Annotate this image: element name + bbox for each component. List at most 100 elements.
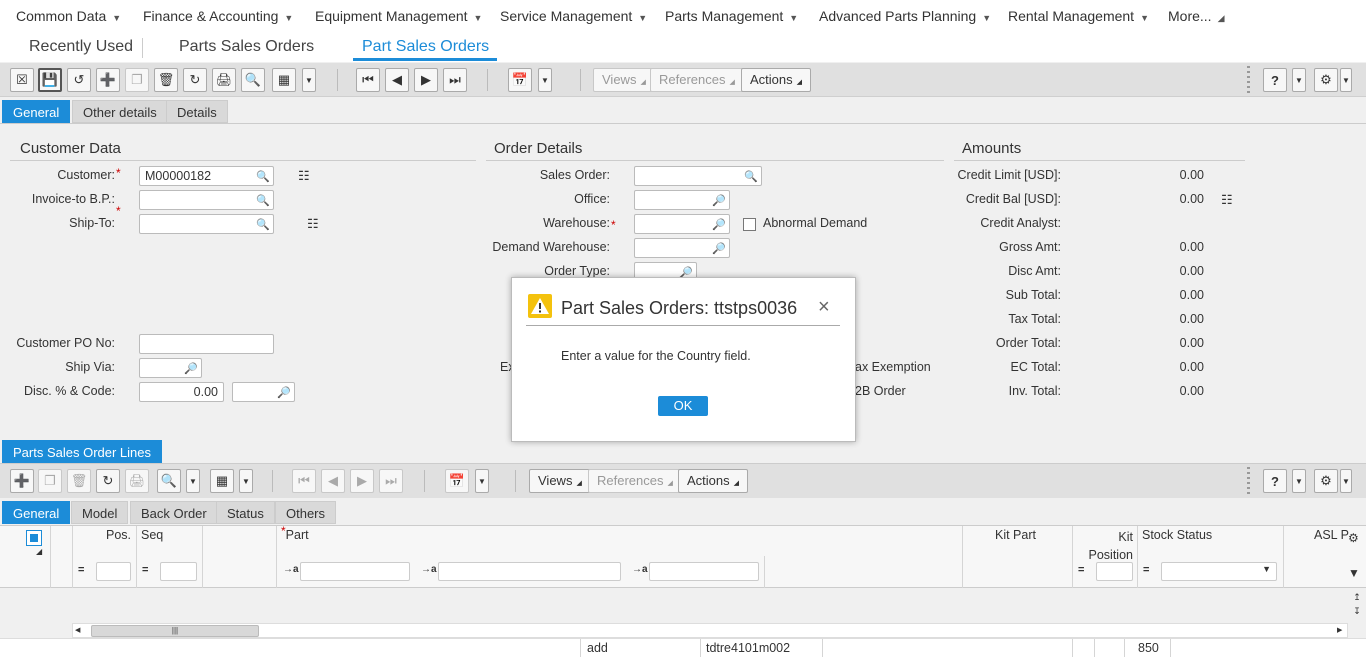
calendar-icon[interactable]: 📅 xyxy=(445,469,469,493)
chevron-down-icon[interactable]: ▼ xyxy=(1340,469,1352,493)
duplicate-icon[interactable]: ❐ xyxy=(125,68,149,92)
chevron-down-icon[interactable]: ▼ xyxy=(186,469,200,493)
chevron-down-icon[interactable]: ▼ xyxy=(475,469,489,493)
filter-operator-icon[interactable]: →a xyxy=(283,564,299,575)
lookup-icon[interactable]: 🔎 xyxy=(277,384,291,402)
lookup-icon[interactable]: 🔍 xyxy=(256,168,270,186)
menu-advanced-parts-planning[interactable]: Advanced Parts Planning ▼ xyxy=(819,8,991,24)
menu-finance-accounting[interactable]: Finance & Accounting ▼ xyxy=(143,8,293,24)
references-menu[interactable]: References ◢ xyxy=(650,68,744,92)
tab-parts-sales-orders[interactable]: Parts Sales Orders xyxy=(179,38,314,56)
seq-filter-input[interactable] xyxy=(160,562,197,581)
col-part-header[interactable]: *Part xyxy=(281,524,309,542)
col-asl-header[interactable]: ASL P xyxy=(1314,528,1349,542)
discount-percent-field[interactable]: 0.00 xyxy=(139,382,224,402)
menu-parts-management[interactable]: Parts Management ▼ xyxy=(665,8,798,24)
lines-tab-general[interactable]: General xyxy=(2,501,71,524)
tab-general[interactable]: General xyxy=(2,100,71,123)
previous-record-icon[interactable]: ◀ xyxy=(321,469,345,493)
filter-operator-icon[interactable]: →a xyxy=(632,564,648,575)
sales-order-field[interactable]: 🔍 xyxy=(634,166,762,186)
filter-operator-icon[interactable]: = xyxy=(1078,564,1084,576)
filter-operator-icon[interactable]: →a xyxy=(421,564,437,575)
stock-status-filter-select[interactable]: ▼ xyxy=(1161,562,1277,581)
tab-part-sales-orders[interactable]: Part Sales Orders xyxy=(362,38,489,56)
invoice-to-field[interactable]: 🔍 xyxy=(139,190,274,210)
tab-details[interactable]: Details xyxy=(166,100,228,123)
help-icon[interactable]: ? xyxy=(1263,469,1287,493)
col-seq-header[interactable]: Seq xyxy=(141,528,163,542)
delete-record-icon[interactable]: ☒ xyxy=(10,68,34,92)
chevron-down-icon[interactable]: ▼ xyxy=(538,68,552,92)
toolbar-grip[interactable] xyxy=(1247,467,1250,495)
filter-operator-icon[interactable]: = xyxy=(1143,564,1149,576)
ship-to-field[interactable]: 🔍 xyxy=(139,214,274,234)
select-all-checkbox[interactable] xyxy=(26,530,42,546)
open-record-icon[interactable]: ☷ xyxy=(1221,192,1233,208)
discount-code-field[interactable]: 🔎 xyxy=(232,382,295,402)
open-record-icon[interactable]: ☷ xyxy=(307,216,319,232)
filter-icon[interactable]: ▼ xyxy=(1348,566,1360,580)
new-record-icon[interactable]: ➕ xyxy=(96,68,120,92)
export-excel-icon[interactable]: ▦ xyxy=(210,469,234,493)
chevron-down-icon[interactable]: ▼ xyxy=(1340,68,1352,92)
menu-equipment-management[interactable]: Equipment Management ▼ xyxy=(315,8,482,24)
scrollbar-thumb[interactable]: ||| xyxy=(91,625,259,637)
scroll-arrows[interactable]: ↥ ↧ xyxy=(1350,590,1364,620)
lines-tab-status[interactable]: Status xyxy=(216,501,275,524)
part-filter-input[interactable] xyxy=(300,562,410,581)
lookup-icon[interactable]: 🔍 xyxy=(256,216,270,234)
lines-views-menu[interactable]: Views ◢ xyxy=(529,469,591,493)
abnormal-demand-checkbox[interactable] xyxy=(743,218,756,231)
order-lines-tab[interactable]: Parts Sales Order Lines xyxy=(2,440,163,463)
gear-icon[interactable]: ⚙ xyxy=(1314,469,1338,493)
chevron-down-icon[interactable]: ▼ xyxy=(302,68,316,92)
menu-service-management[interactable]: Service Management ▼ xyxy=(500,8,647,24)
refresh-icon[interactable]: ↻ xyxy=(96,469,120,493)
lines-tab-back-order[interactable]: Back Order xyxy=(130,501,218,524)
actions-menu[interactable]: Actions ◢ xyxy=(741,68,812,92)
scroll-right-icon[interactable]: ▶ xyxy=(1337,626,1342,634)
lookup-icon[interactable]: 🔎 xyxy=(712,192,726,210)
next-record-icon[interactable]: ▶ xyxy=(414,68,438,92)
menu-more[interactable]: More... ◢ xyxy=(1168,8,1225,24)
help-icon[interactable]: ? xyxy=(1263,68,1287,92)
menu-common-data[interactable]: Common Data ▼ xyxy=(16,8,121,24)
dropdown-icon[interactable]: ◢ xyxy=(36,547,42,556)
horizontal-scrollbar[interactable]: ◀ ||| ▶ xyxy=(72,623,1348,638)
export-excel-icon[interactable]: ▦ xyxy=(272,68,296,92)
last-record-icon[interactable]: ⏭ xyxy=(443,68,467,92)
tab-other-details[interactable]: Other details xyxy=(72,100,168,123)
calendar-icon[interactable]: 📅 xyxy=(508,68,532,92)
customer-field[interactable]: M00000182 🔍 xyxy=(139,166,274,186)
col-kit-position-header[interactable]: Kit Position xyxy=(1076,528,1133,564)
lookup-icon[interactable]: 🔎 xyxy=(712,240,726,258)
search-icon[interactable]: 🔍 xyxy=(241,68,265,92)
next-record-icon[interactable]: ▶ xyxy=(350,469,374,493)
new-line-icon[interactable]: ➕ xyxy=(10,469,34,493)
lines-references-menu[interactable]: References ◢ xyxy=(588,469,682,493)
scroll-left-icon[interactable]: ◀ xyxy=(75,626,80,634)
col-kit-part-header[interactable]: Kit Part xyxy=(966,528,1036,542)
print-icon[interactable]: 🖨 xyxy=(212,68,236,92)
lines-tab-model[interactable]: Model xyxy=(71,501,129,524)
warehouse-field[interactable]: 🔎 xyxy=(634,214,730,234)
part-extra-filter-input[interactable] xyxy=(649,562,759,581)
first-record-icon[interactable]: ⏮ xyxy=(292,469,316,493)
close-icon[interactable]: × xyxy=(818,296,830,319)
lookup-icon[interactable]: 🔍 xyxy=(256,192,270,210)
gear-icon[interactable]: ⚙ xyxy=(1314,68,1338,92)
ok-button[interactable]: OK xyxy=(658,396,708,416)
chevron-down-icon[interactable]: ▼ xyxy=(1292,469,1306,493)
chevron-down-icon[interactable]: ▼ xyxy=(1292,68,1306,92)
views-menu[interactable]: Views ◢ xyxy=(593,68,655,92)
open-record-icon[interactable]: ☷ xyxy=(298,168,310,184)
duplicate-icon[interactable]: ❐ xyxy=(38,469,62,493)
office-field[interactable]: 🔎 xyxy=(634,190,730,210)
scroll-down-icon[interactable]: ↧ xyxy=(1350,604,1364,618)
tab-recently-used[interactable]: Recently Used xyxy=(29,38,133,56)
filter-operator-icon[interactable]: = xyxy=(78,564,84,576)
scroll-up-icon[interactable]: ↥ xyxy=(1350,590,1364,604)
first-record-icon[interactable]: ⏮ xyxy=(356,68,380,92)
save-icon[interactable]: 💾 xyxy=(38,68,62,92)
